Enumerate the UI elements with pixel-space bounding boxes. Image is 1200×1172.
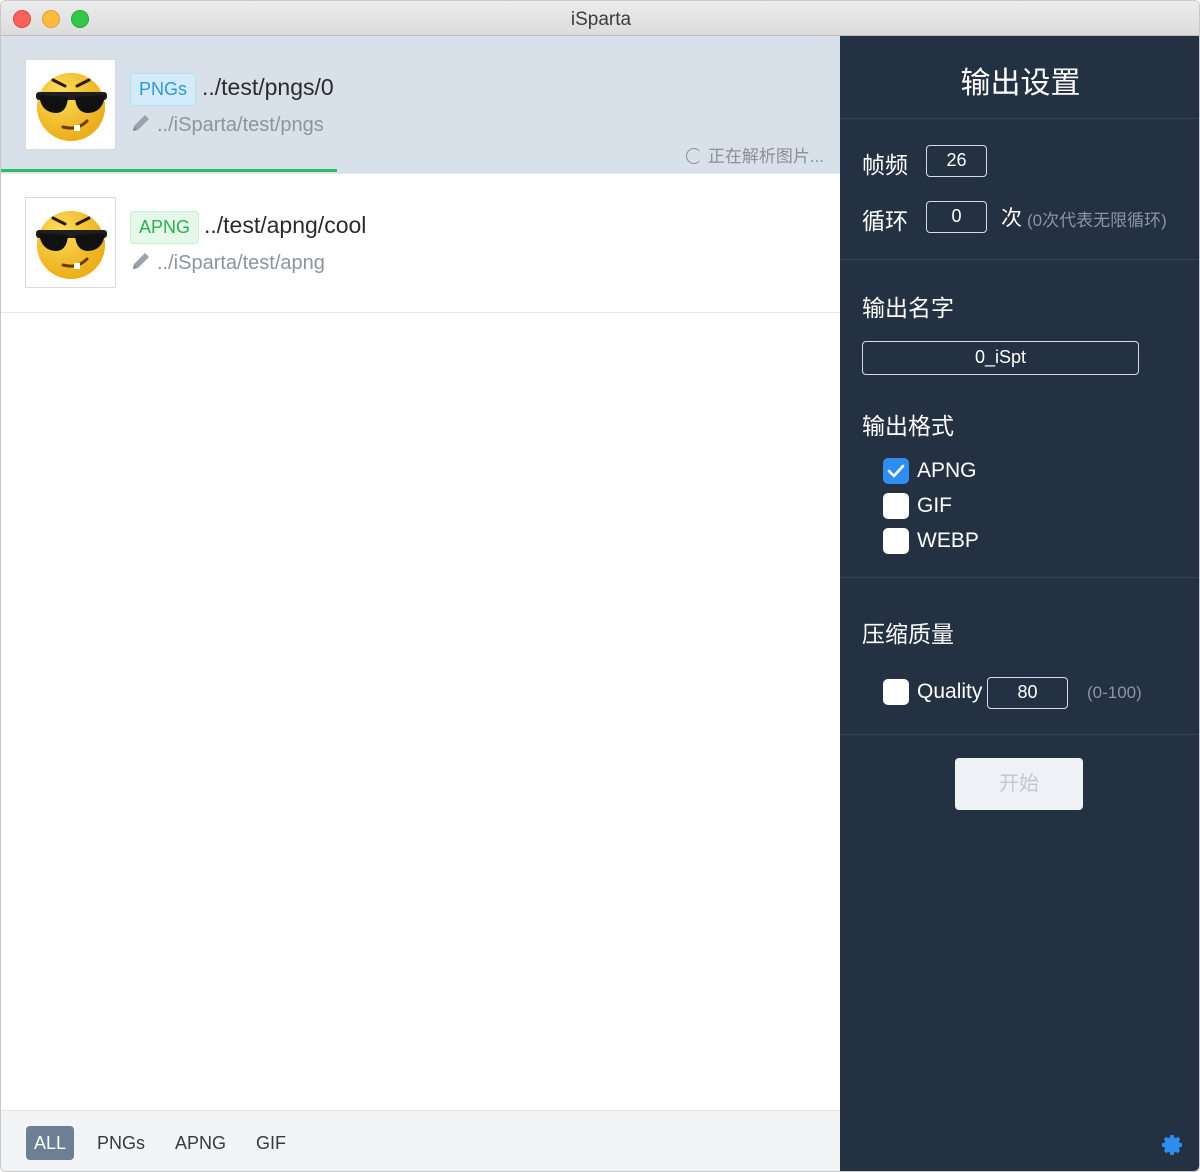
emoji-thumbnail-icon (36, 73, 107, 141)
file-list-item[interactable]: APNG ../test/apng/cool ../iSparta/test/a… (1, 174, 840, 313)
framerate-input[interactable]: 26 (926, 145, 987, 177)
settings-title: 输出设置 (960, 67, 1081, 100)
file-thumbnail (25, 59, 116, 150)
window-title: iSparta (570, 9, 632, 30)
file-list-item[interactable]: PNGs ../test/pngs/0 ../iSparta/test/pngs… (1, 36, 840, 174)
divider (840, 259, 1199, 260)
output-name-input[interactable]: 0_iSpt (862, 341, 1139, 375)
gear-icon[interactable] (1161, 1133, 1185, 1162)
file-output-path: ../iSparta/test/apng (157, 252, 325, 274)
file-thumbnail (25, 197, 116, 288)
compress-quality-label: 压缩质量 (862, 621, 954, 647)
filter-gif[interactable]: GIF (248, 1126, 294, 1160)
quality-checkbox[interactable] (883, 679, 909, 705)
apng-label: APNG (917, 459, 977, 482)
loop-label: 循环 (862, 208, 908, 234)
file-status-text: 正在解析图片... (707, 147, 824, 166)
quality-hint: (0-100) (1087, 683, 1142, 702)
edit-pencil-icon[interactable] (131, 251, 151, 277)
loop-hint: (0次代表无限循环) (1027, 211, 1167, 230)
divider (840, 118, 1199, 119)
type-filter-bar: ALL PNGs APNG GIF (1, 1110, 840, 1171)
webp-label: WEBP (917, 529, 979, 552)
framerate-label: 帧频 (862, 152, 908, 178)
file-progress-bar (1, 169, 337, 172)
divider (840, 734, 1199, 735)
start-button[interactable]: 开始 (955, 758, 1083, 810)
file-list-panel: PNGs ../test/pngs/0 ../iSparta/test/pngs… (1, 36, 840, 1171)
webp-checkbox[interactable] (883, 528, 909, 554)
gif-label: GIF (917, 494, 952, 517)
checkmark-icon (887, 464, 905, 478)
app-window: iSparta PNGs ../test/pngs/0 ../iSparta/t… (0, 0, 1200, 1172)
file-source-path: ../test/apng/cool (204, 212, 367, 238)
emoji-thumbnail-icon (36, 211, 107, 279)
file-type-badge: APNG (130, 211, 200, 244)
output-name-label: 输出名字 (862, 295, 954, 321)
file-output-path: ../iSparta/test/pngs (157, 114, 324, 136)
file-type-badge: PNGs (130, 73, 197, 106)
filter-pngs[interactable]: PNGs (89, 1126, 153, 1160)
loading-spinner-icon (685, 148, 702, 164)
quality-label: Quality (917, 680, 983, 703)
filter-all[interactable]: ALL (26, 1126, 75, 1160)
gif-checkbox[interactable] (883, 493, 909, 519)
divider (840, 577, 1199, 578)
file-source-path: ../test/pngs/0 (202, 74, 334, 100)
edit-pencil-icon[interactable] (131, 113, 151, 139)
file-output-path-row[interactable]: ../iSparta/test/apng (131, 251, 325, 277)
loop-input[interactable]: 0 (926, 201, 987, 233)
title-bar: iSparta (1, 1, 1199, 36)
output-settings-panel: 输出设置 帧频 26 循环 0 次 (0次代表无限循环) 输出名字 0_iSpt… (840, 36, 1199, 1171)
file-status: 正在解析图片... (685, 142, 824, 167)
apng-checkbox[interactable] (883, 458, 909, 484)
loop-unit: 次 (1001, 207, 1022, 230)
quality-input[interactable]: 80 (987, 677, 1068, 709)
output-format-label: 输出格式 (862, 413, 954, 439)
file-output-path-row[interactable]: ../iSparta/test/pngs (131, 113, 324, 139)
filter-apng[interactable]: APNG (167, 1126, 234, 1160)
